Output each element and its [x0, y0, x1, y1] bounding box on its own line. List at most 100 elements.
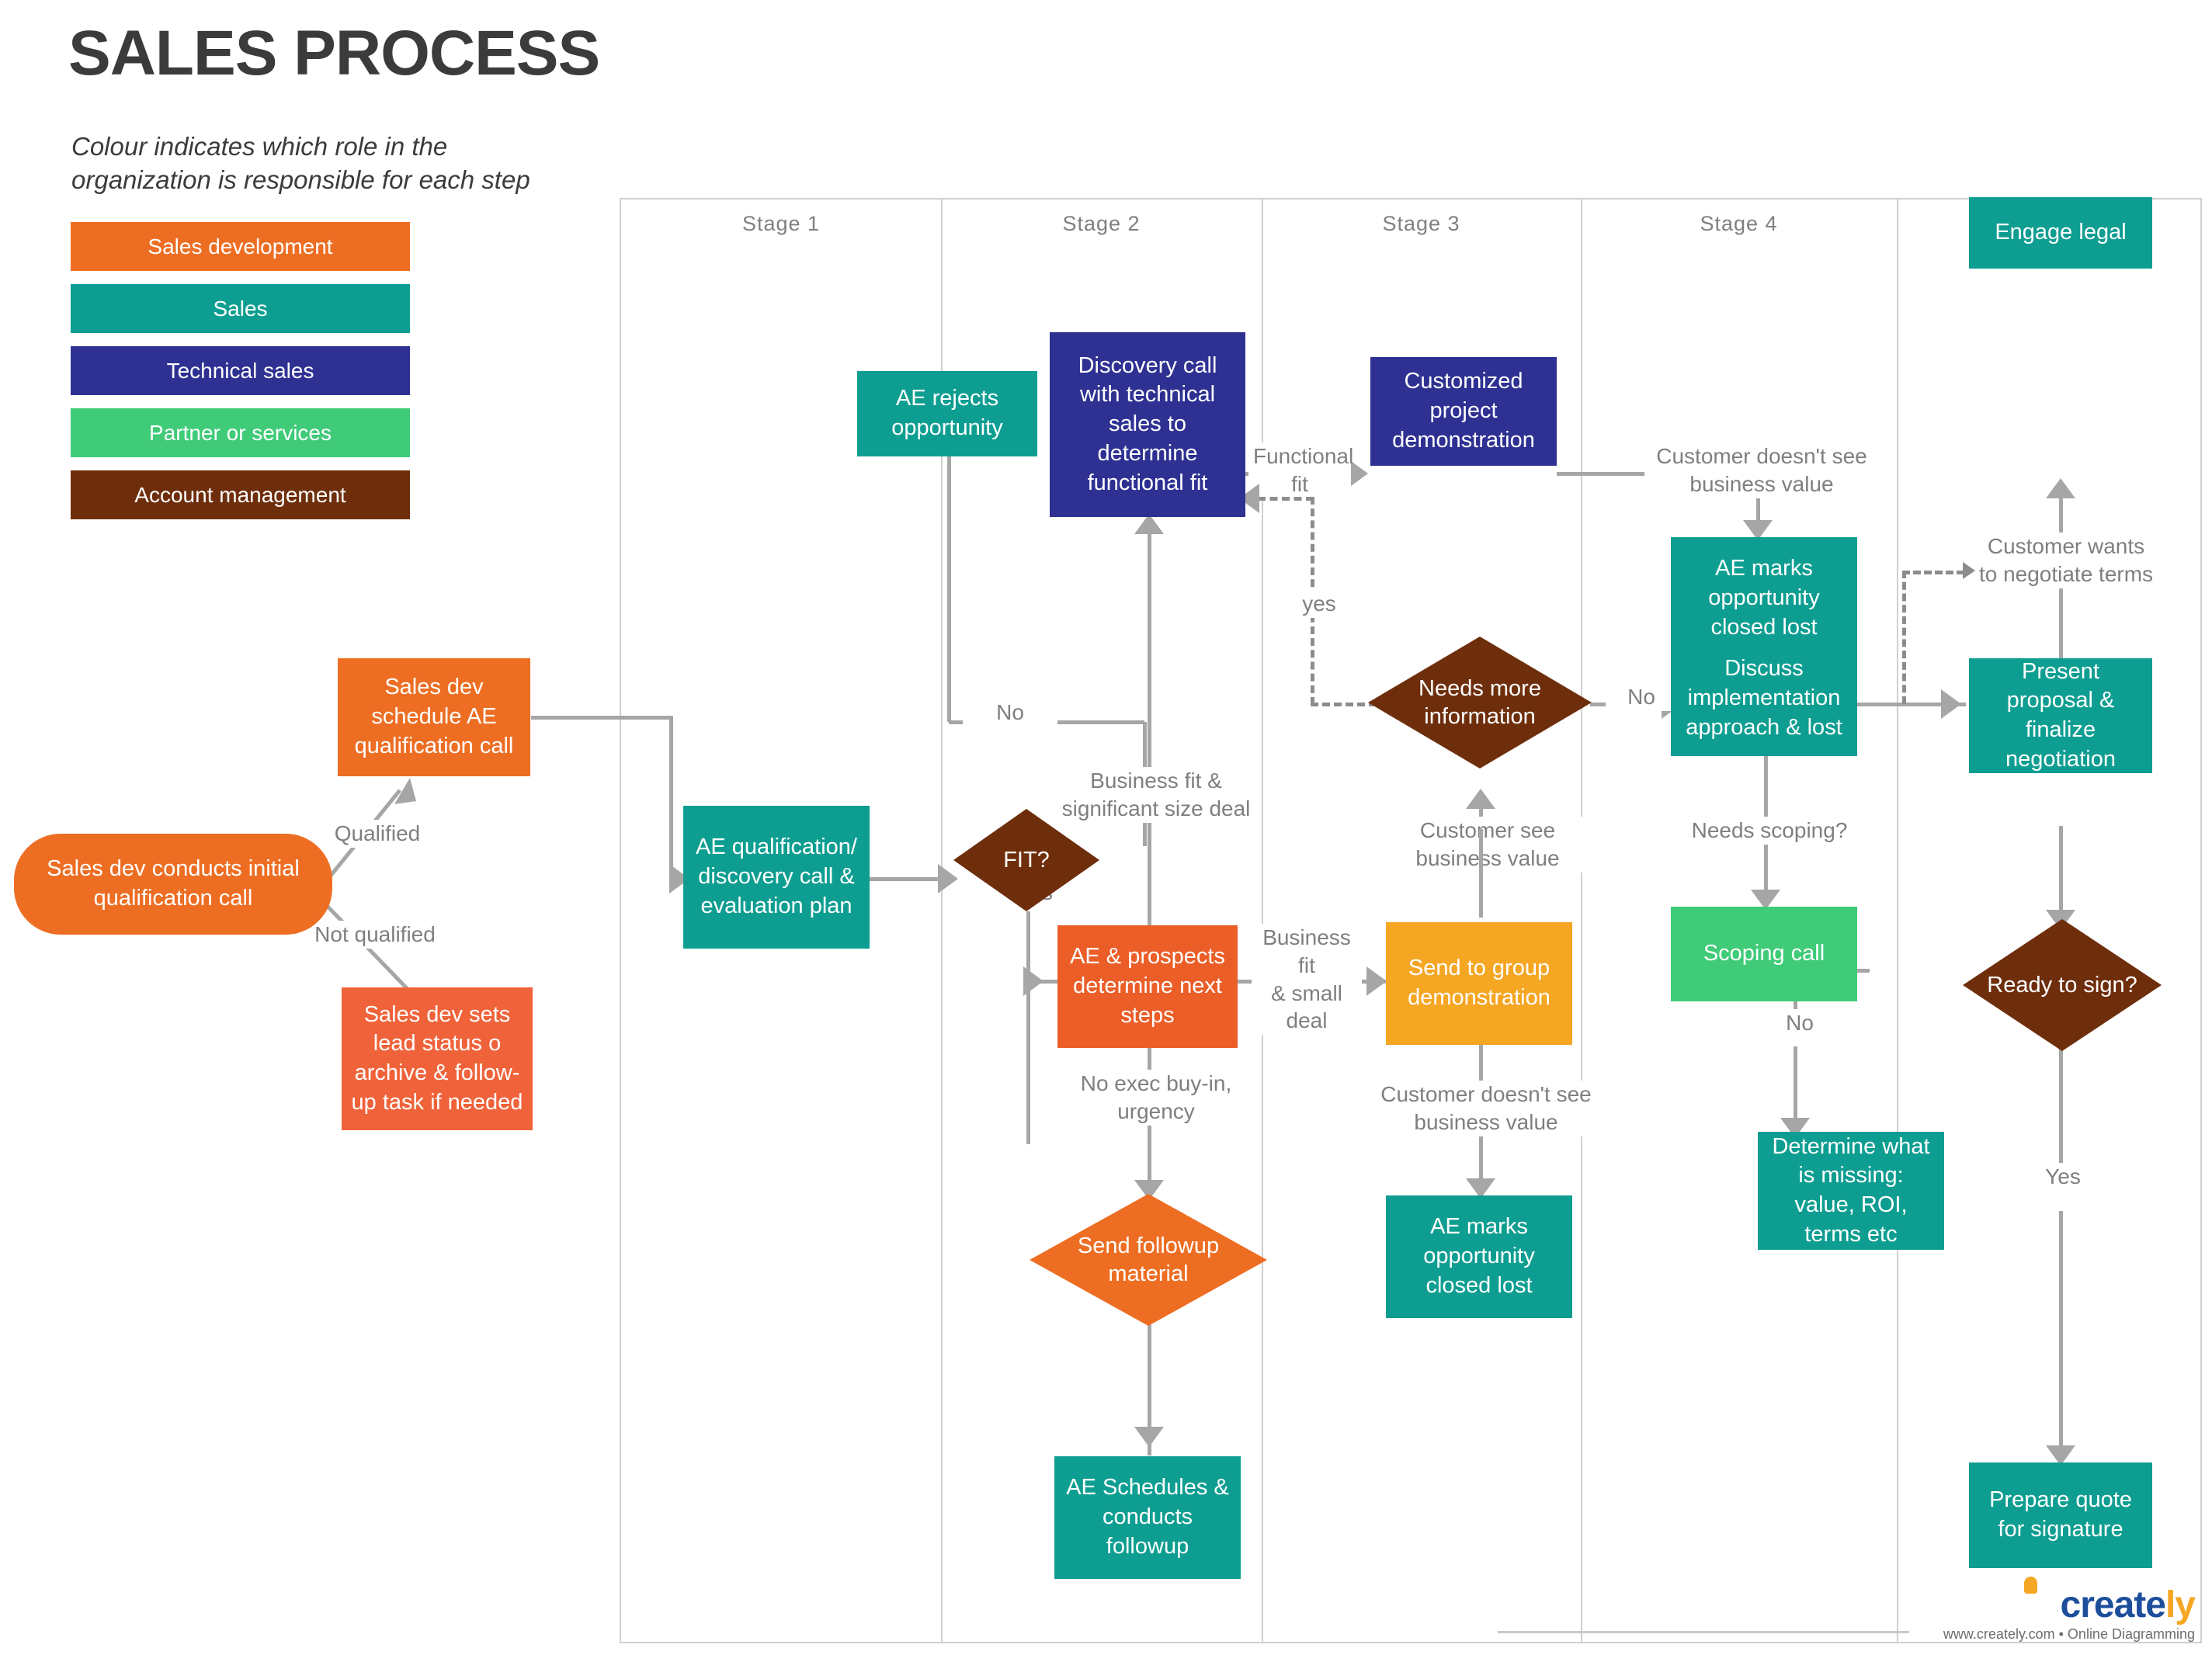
node-ae-rejects-opportunity[interactable]: AE rejects opportunity [857, 371, 1037, 456]
node-send-followup-material[interactable]: Send followup material [1030, 1194, 1267, 1326]
edge-label-needs-info-no: No [1606, 683, 1677, 711]
node-discuss-implementation-approach[interactable]: Discuss implementation approach & lost [1671, 641, 1857, 756]
node-label: Send to group demonstration [1408, 956, 1550, 1010]
legend-label: Sales development [148, 234, 333, 258]
creately-wordmark: creately [1943, 1577, 2196, 1626]
node-label: Customized project demonstration [1392, 369, 1535, 453]
lightbulb-icon [2023, 1577, 2037, 1594]
arrow-to-present-proposal [1941, 689, 1961, 719]
stage-header-3: Stage 3 [1382, 212, 1460, 235]
edge-label-sign-yes: Yes [2016, 1163, 2110, 1191]
node-ready-to-sign[interactable]: Ready to sign? [1963, 919, 2162, 1051]
creately-brand-part2: e [2145, 1584, 2166, 1626]
node-label: Send followup material [1077, 1233, 1220, 1286]
edge-label-functional-fit: Functional fit [1248, 442, 1353, 498]
creately-brand-part1: creat [2060, 1584, 2147, 1626]
node-label: AE rejects opportunity [891, 386, 1003, 440]
footer-rule [1498, 1631, 1909, 1633]
legend-label: Account management [134, 482, 346, 507]
node-label: FIT? [1003, 847, 1050, 873]
connector-schedule-to-qual [531, 716, 671, 720]
arrow-to-group-demo [1366, 966, 1387, 996]
creately-logo[interactable]: creately www.creately.com • Online Diagr… [1943, 1577, 2196, 1643]
edge-label-loop-yes: yes [1280, 590, 1359, 618]
proposal-dash-riser [1902, 571, 1906, 704]
edge-label-fit-no: No [963, 699, 1057, 727]
node-label: Ready to sign? [1987, 972, 2137, 998]
node-label: Present proposal & finalize negotiation [2005, 658, 2116, 772]
proposal-dash-top [1902, 571, 1964, 574]
edge-label-customer-no-value-s2: Customer doesn't see business value [1373, 1081, 1599, 1136]
lane-divider-4 [1897, 200, 1898, 1642]
page-title: SALES PROCESS [68, 18, 600, 88]
node-label: Discuss implementation approach & lost [1686, 656, 1842, 740]
node-label: Determine what is missing: value, ROI, t… [1772, 1133, 1930, 1247]
legend-label: Sales [213, 296, 268, 321]
connector-groupdemo-up2 [1479, 829, 1483, 873]
node-label: Discovery call with technical sales to d… [1078, 352, 1217, 495]
node-label: Sales dev sets lead status o archive & f… [351, 1001, 523, 1115]
arrow-to-engage-legal [2046, 478, 2075, 498]
node-label: AE marks opportunity closed lost [1423, 1214, 1535, 1298]
node-fit-decision[interactable]: FIT? [953, 809, 1099, 911]
node-needs-more-information[interactable]: Needs more information [1368, 637, 1592, 769]
stage-header-2: Stage 2 [1062, 212, 1141, 235]
node-schedule-ae-qualification-call[interactable]: Sales dev schedule AE qualification call [338, 658, 530, 776]
node-send-to-group-demonstration[interactable]: Send to group demonstration [1386, 922, 1572, 1045]
arrow-to-next-steps [1023, 966, 1043, 996]
node-scoping-call[interactable]: Scoping call [1671, 907, 1857, 1001]
legend-item-account-management: Account management [71, 470, 410, 519]
edge-label-sign-no: No [1756, 1009, 1843, 1037]
edge-label-customer-sees-value: Customer see business value [1390, 817, 1585, 873]
node-customized-project-demonstration[interactable]: Customized project demonstration [1370, 357, 1557, 466]
node-ae-qualification-discovery[interactable]: AE qualification/ discovery call & evalu… [683, 806, 870, 949]
role-colour-legend: Sales development Sales Technical sales … [71, 222, 410, 533]
connector-sign-yes-2 [2059, 1211, 2063, 1475]
node-determine-next-steps[interactable]: AE & prospects determine next steps [1057, 925, 1238, 1048]
node-label: Sales dev conducts initial qualification… [47, 856, 300, 911]
loop-dash-top [1258, 497, 1314, 501]
stage-header-1: Stage 1 [741, 212, 821, 235]
lane-divider-3 [1581, 200, 1582, 1642]
edge-label-customer-negotiate: Customer wants to negotiate terms [1964, 533, 2168, 588]
stage-header-4: Stage 4 [1700, 212, 1778, 235]
legend-item-sales: Sales [71, 284, 410, 333]
node-present-proposal-finalize[interactable]: Present proposal & finalize negotiation [1969, 658, 2152, 773]
node-label: Needs more information [1419, 675, 1541, 729]
legend-item-partner-or-services: Partner or services [71, 408, 410, 457]
legend-item-technical-sales: Technical sales [71, 346, 410, 395]
page-subtitle: Colour indicates which role in the organ… [71, 132, 530, 194]
edge-label-needs-scoping: Needs scoping? [1675, 817, 1863, 845]
edge-label-customer-no-value-s3: Customer doesn't see business value [1644, 442, 1879, 498]
node-discovery-call-technical[interactable]: Discovery call with technical sales to d… [1050, 332, 1245, 517]
creately-brand-part3: ly [2165, 1584, 2196, 1626]
node-ae-marks-closed-lost-stage3[interactable]: AE marks opportunity closed lost [1386, 1195, 1572, 1318]
node-ae-schedules-conducts-followup[interactable]: AE Schedules & conducts followup [1054, 1456, 1241, 1579]
connector-no-riser [947, 435, 951, 722]
node-label: Engage legal [1995, 220, 2127, 245]
edge-label-no-exec-buyin: No exec buy-in, urgency [1062, 1070, 1250, 1126]
node-label: AE marks opportunity closed lost [1708, 556, 1820, 640]
legend-label: Technical sales [166, 358, 314, 383]
node-determine-what-is-missing[interactable]: Determine what is missing: value, ROI, t… [1758, 1132, 1944, 1250]
node-engage-legal[interactable]: Engage legal [1969, 197, 2152, 269]
node-lead-status-archive[interactable]: Sales dev sets lead status o archive & f… [342, 987, 533, 1130]
edge-label-qualified: Qualified [303, 820, 452, 848]
arrow-to-needs-more-info [1466, 789, 1495, 809]
node-label: Scoping call [1703, 941, 1825, 966]
node-label: AE Schedules & conducts followup [1066, 1475, 1229, 1559]
node-initial-qualification-call[interactable]: Sales dev conducts initial qualification… [14, 834, 332, 935]
creately-tagline: www.creately.com • Online Diagramming [1943, 1626, 2195, 1642]
node-prepare-quote-for-signature[interactable]: Prepare quote for signature [1969, 1462, 2152, 1568]
legend-item-sales-development: Sales development [71, 222, 410, 271]
node-label: Sales dev schedule AE qualification call [354, 675, 514, 758]
node-label: Prepare quote for signature [1989, 1487, 2132, 1542]
connector-nextsteps-up [1148, 534, 1151, 930]
arrow-dash-negotiate [1963, 562, 1975, 579]
connector-fit-yes-down [1026, 911, 1030, 1144]
legend-label: Partner or services [149, 420, 332, 445]
edge-label-not-qualified: Not qualified [289, 921, 461, 949]
edge-label-business-fit-small: Business fit & small deal [1252, 924, 1362, 1036]
node-label: AE qualification/ discovery call & evalu… [696, 834, 857, 918]
node-label: AE & prospects determine next steps [1070, 944, 1225, 1028]
